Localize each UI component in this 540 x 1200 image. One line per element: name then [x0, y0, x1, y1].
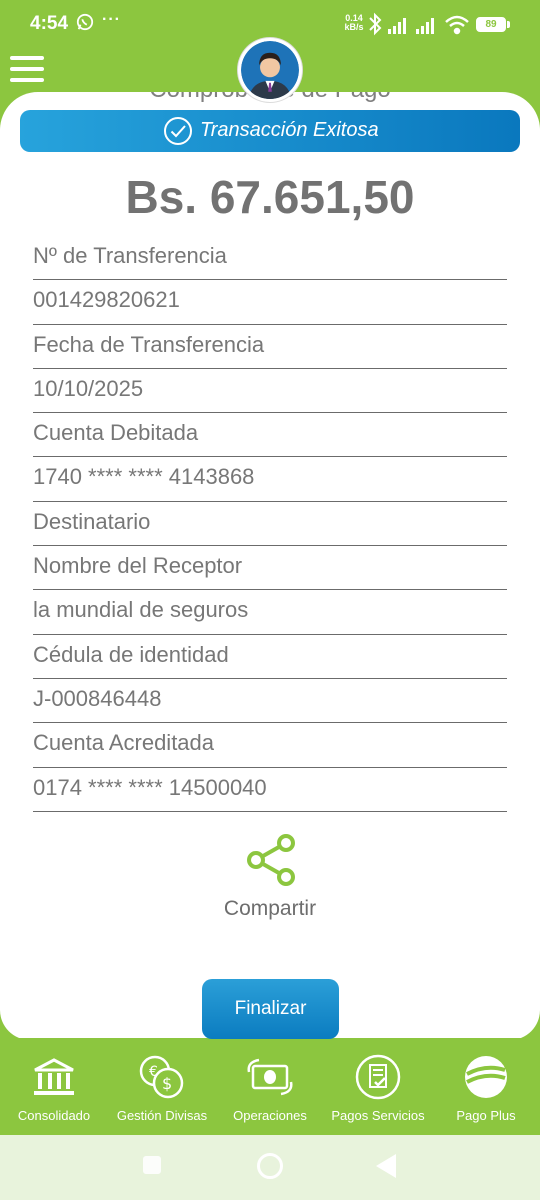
- nav-label-operaciones: Operaciones: [233, 1108, 307, 1123]
- money-transfer-icon: [247, 1058, 293, 1096]
- battery-nub: [507, 21, 510, 28]
- nav-label-pagos-servicios: Pagos Servicios: [331, 1108, 425, 1123]
- pago-plus-icon: [465, 1056, 507, 1098]
- user-avatar-icon: [241, 41, 299, 99]
- nav-item-gestion-divisas[interactable]: € $ Gestión Divisas: [108, 1038, 216, 1135]
- avatar[interactable]: [238, 38, 302, 102]
- value-transfer-date: 10/10/2025: [33, 369, 507, 414]
- nav-label-consolidado: Consolidado: [17, 1108, 91, 1123]
- value-id-number: J-000846448: [33, 679, 507, 724]
- bluetooth-icon: [369, 12, 382, 36]
- currency-exchange-icon: € $: [139, 1055, 184, 1099]
- notification-more-icon: ···: [102, 11, 121, 28]
- success-banner: Transacción Exitosa: [20, 110, 520, 152]
- recent-apps-icon[interactable]: [143, 1156, 161, 1174]
- value-credited-account: 0174 **** **** 14500040: [33, 768, 507, 812]
- value-transfer-number: 001429820621: [33, 280, 507, 325]
- network-speed: 0.14 kB/s: [342, 14, 366, 32]
- label-credited-account: Cuenta Acreditada: [33, 723, 507, 768]
- wifi-icon: [445, 15, 469, 35]
- battery-icon: 89: [476, 17, 506, 32]
- bottom-nav: Consolidado € $ Gestión Divisas Operacio…: [0, 1038, 540, 1135]
- nav-item-consolidado[interactable]: Consolidado: [0, 1038, 108, 1135]
- nav-label-gestion-divisas: Gestión Divisas: [116, 1108, 208, 1123]
- transaction-amount: Bs. 67.651,50: [125, 171, 415, 223]
- bill-payment-icon: [355, 1054, 401, 1100]
- whatsapp-icon: [76, 13, 94, 31]
- status-time: 4:54: [30, 13, 69, 34]
- label-id-number: Cédula de identidad: [33, 635, 507, 679]
- label-transfer-date: Fecha de Transferencia: [33, 325, 507, 369]
- menu-icon[interactable]: [10, 56, 46, 84]
- network-speed-unit: kB/s: [344, 22, 364, 32]
- label-receiver-name: Nombre del Receptor: [33, 546, 507, 591]
- check-circle-icon: [164, 117, 192, 145]
- bank-icon: [34, 1058, 74, 1095]
- nav-item-operaciones[interactable]: Operaciones: [216, 1038, 324, 1135]
- signal-icon-1: [388, 18, 406, 34]
- finalize-button[interactable]: Finalizar: [202, 979, 339, 1039]
- label-recipient: Destinatario: [33, 502, 507, 547]
- share-icon[interactable]: [244, 832, 298, 888]
- label-debited-account: Cuenta Debitada: [33, 413, 507, 458]
- share-button[interactable]: Compartir: [0, 897, 540, 921]
- system-navigation-bar: [0, 1135, 540, 1200]
- nav-item-pagos-servicios[interactable]: Pagos Servicios: [324, 1038, 432, 1135]
- nav-item-pago-plus[interactable]: Pago Plus: [432, 1038, 540, 1135]
- value-receiver-name: la mundial de seguros: [33, 590, 507, 635]
- svg-text:$: $: [162, 1074, 172, 1093]
- home-icon[interactable]: [257, 1153, 283, 1179]
- label-transfer-number: Nº de Transferencia: [33, 236, 507, 281]
- back-icon[interactable]: [376, 1154, 396, 1178]
- nav-label-pago-plus: Pago Plus: [456, 1108, 516, 1123]
- success-message: Transacción Exitosa: [200, 119, 379, 141]
- svg-text:€: €: [149, 1064, 158, 1080]
- value-debited-account: 1740 **** **** 4143868: [33, 457, 507, 502]
- signal-icon-2: [416, 18, 434, 34]
- receipt-details: Nº de Transferencia 001429820621 Fecha d…: [33, 236, 507, 812]
